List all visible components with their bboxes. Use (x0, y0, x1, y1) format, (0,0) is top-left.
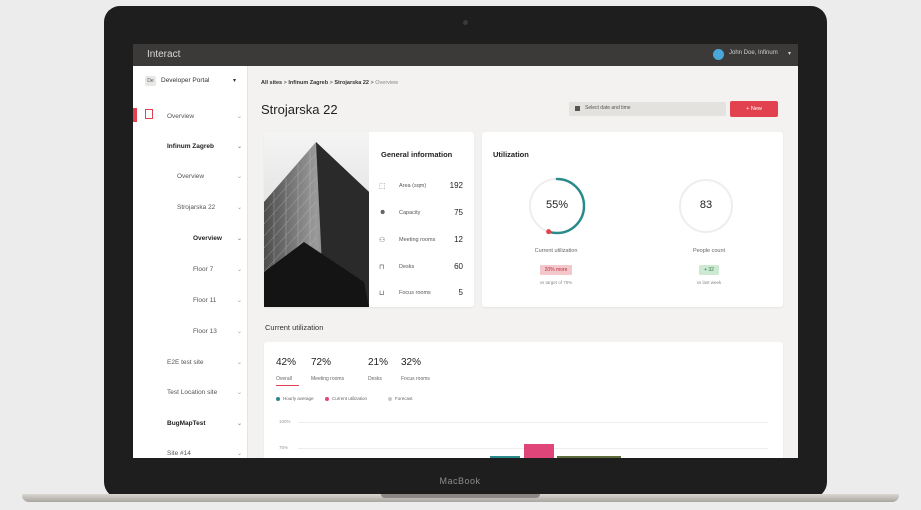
portal-badge: De (145, 76, 156, 86)
chevron-down-icon: ⌄ (237, 114, 243, 120)
utilization-note: vs target of 75% (539, 280, 573, 285)
chart-bar-forecast (557, 456, 621, 458)
area-icon: ⬚ (379, 183, 386, 190)
utilization-value: 55% (545, 199, 569, 211)
chevron-down-icon: ⌄ (237, 144, 243, 150)
gridline (298, 422, 768, 423)
chevron-down-icon: ⌄ (237, 236, 243, 242)
overview-icon (145, 109, 153, 119)
tab-overall[interactable]: Overall (276, 376, 292, 382)
people-count-delta-badge: + 32 (699, 265, 719, 275)
active-tab-underline (276, 385, 299, 386)
people-count-label: People count (692, 248, 726, 254)
legend-current-utilization: Current utilization (325, 396, 367, 401)
breadcrumb-current: Overview (375, 80, 399, 86)
sidebar-item-overview-zagreb[interactable]: Overview ⌄ (177, 173, 243, 189)
info-row-focus-rooms: ⊔ Focus rooms 5 (379, 288, 463, 297)
sidebar-item-floor-11[interactable]: Floor 11 ⌄ (193, 297, 243, 313)
breadcrumb-building[interactable]: Strojarska 22 (334, 80, 369, 86)
stat-overall-value: 42% (276, 357, 297, 368)
info-row-meeting-rooms: ⚇ Meeting rooms 12 (379, 235, 463, 244)
sidebar-item-bugmaptest[interactable]: BugMapTest ⌄ (167, 420, 243, 436)
active-indicator (133, 108, 137, 122)
stat-focus-rooms-value: 32% (401, 357, 422, 368)
stat-meeting-rooms-value: 72% (311, 357, 332, 368)
sidebar-item-floor-13[interactable]: Floor 13 ⌄ (193, 328, 243, 344)
chevron-down-icon[interactable]: ▾ (788, 50, 791, 57)
date-picker[interactable]: Select date and time (569, 102, 726, 116)
sidebar-item-test-location-site[interactable]: Test Location site ⌄ (167, 389, 243, 405)
sidebar-item-strojarska-22[interactable]: Strojarska 22 ⌄ (177, 204, 243, 220)
calendar-icon (575, 106, 580, 111)
info-row-capacity: ☻ Capacity 75 (379, 208, 463, 217)
sidebar-item-infinum-zagreb[interactable]: Infinum Zagreb ⌄ (167, 143, 243, 159)
legend-dot-icon (276, 396, 280, 401)
legend-dot-icon (325, 396, 329, 401)
meeting-rooms-icon: ⚇ (379, 237, 386, 244)
stat-desks-value: 21% (368, 357, 389, 368)
breadcrumb-all-sites[interactable]: All sites (261, 80, 282, 86)
y-tick-100: 100% (279, 419, 291, 424)
laptop-brand-label: MacBook (439, 476, 481, 486)
tab-focus-rooms[interactable]: Focus rooms (401, 376, 430, 382)
chevron-down-icon: ⌄ (237, 205, 243, 211)
chevron-down-icon: ⌄ (237, 360, 243, 366)
focus-rooms-icon: ⊔ (379, 290, 385, 297)
sidebar-item-overview[interactable]: Overview ⌄ (167, 113, 243, 129)
top-bar: Interact John Doe, Infinum ▾ (133, 44, 798, 66)
chart-bar-hourly (490, 456, 520, 458)
chevron-down-icon: ⌄ (237, 267, 243, 273)
info-row-desks: ⊓ Desks 60 (379, 262, 463, 271)
page-title: Strojarska 22 (261, 102, 338, 117)
breadcrumb-city[interactable]: Infinum Zagreb (288, 80, 328, 86)
chevron-down-icon: ⌄ (237, 174, 243, 180)
people-count-note: vs last week (696, 280, 722, 285)
legend-forecast: Forecast (388, 396, 413, 401)
info-row-area: ⬚ Area (sqm) 192 (379, 181, 463, 190)
y-tick-75: 75% (279, 445, 289, 450)
capacity-icon: ☻ (379, 209, 387, 216)
building-image (264, 132, 369, 307)
chart-bar-current (524, 444, 554, 458)
sidebar-item-overview-building[interactable]: Overview ⌄ (193, 235, 243, 251)
tab-desks[interactable]: Desks (368, 376, 382, 382)
people-count-value: 83 (699, 199, 713, 211)
utilization-label: Current utilization (534, 248, 578, 254)
breadcrumb: All sites > Infinum Zagreb > Strojarska … (261, 80, 399, 86)
chevron-down-icon: ⌄ (237, 451, 243, 457)
sidebar-item-site-14[interactable]: Site #14 ⌄ (167, 450, 243, 458)
general-info-title: General information (381, 150, 453, 159)
chevron-down-icon: ⌄ (237, 421, 243, 427)
utilization-delta-badge: 20% more (540, 265, 572, 275)
portal-label: Developer Portal (161, 77, 210, 84)
sidebar-item-floor-7[interactable]: Floor 7 ⌄ (193, 266, 243, 282)
chevron-down-icon: ⌄ (237, 329, 243, 335)
new-button[interactable]: + New (730, 101, 778, 117)
current-utilization-title: Current utilization (265, 323, 324, 332)
sidebar-item-e2e-test-site[interactable]: E2E test site ⌄ (167, 359, 243, 375)
chevron-down-icon: ⌄ (237, 390, 243, 396)
chevron-down-icon: ⌄ (237, 298, 243, 304)
portal-selector[interactable]: De Developer Portal ▾ (141, 72, 245, 90)
avatar[interactable] (713, 49, 724, 60)
desks-icon: ⊓ (379, 264, 385, 271)
sidebar: De Developer Portal ▾ Overview ⌄ Infinum… (133, 66, 248, 458)
tab-meeting-rooms[interactable]: Meeting rooms (311, 376, 344, 382)
date-placeholder: Select date and time (585, 105, 631, 111)
chevron-down-icon: ▾ (233, 78, 237, 84)
laptop-notch (381, 494, 540, 498)
legend-dot-icon (388, 396, 392, 401)
user-name[interactable]: John Doe, Infinum (729, 50, 778, 56)
screen: Interact John Doe, Infinum ▾ De Develope… (133, 44, 798, 458)
utilization-title: Utilization (493, 150, 529, 159)
app-title: Interact (147, 49, 181, 60)
camera-icon (463, 20, 468, 25)
legend-hourly-average: Hourly average (276, 396, 314, 401)
